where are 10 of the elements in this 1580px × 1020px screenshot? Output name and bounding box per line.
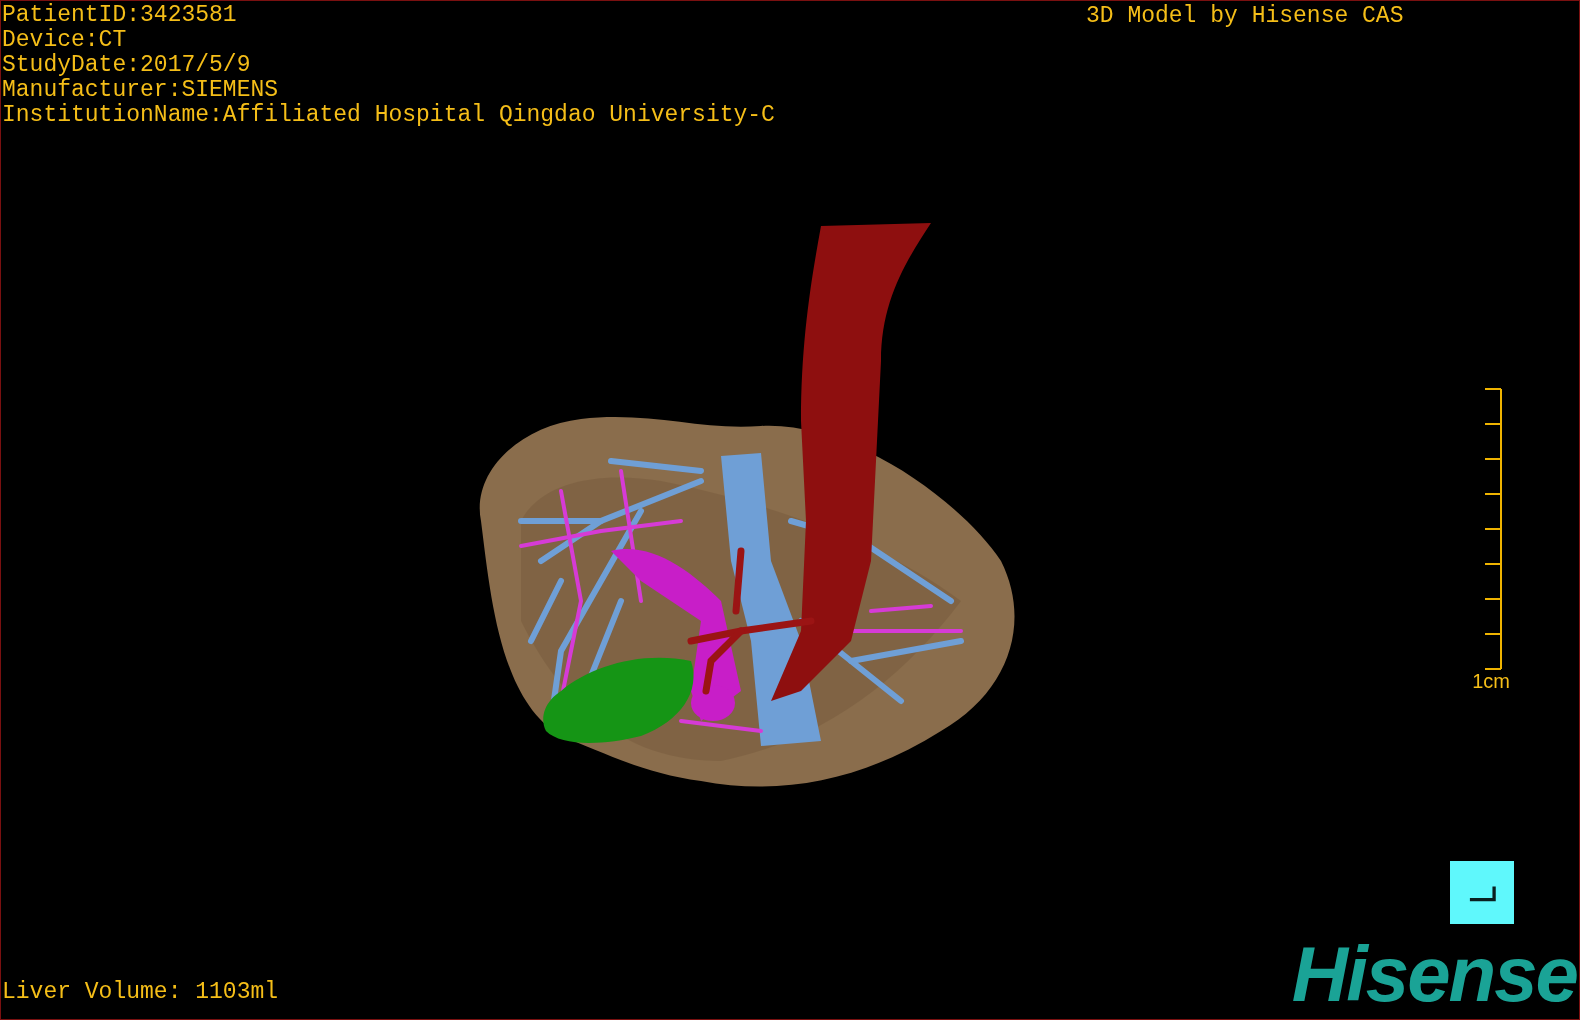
patient-info-line: PatientID:3423581 [2,3,238,28]
patient-info-line: InstitutionName:Affiliated Hospital Qingdao University-C [2,103,775,128]
scale-label: 1cm [1472,670,1510,692]
patient-info-line: Device:CT [2,28,128,53]
patient-info-line: Manufacturer:SIEMENS [2,78,280,103]
patient-info-line: StudyDate:2017/5/9 [2,53,252,78]
view-toggle-button[interactable] [1450,861,1514,924]
model-title: 3D Model by Hisense CAS [1086,4,1404,29]
brand-logo: Hisense [1291,939,1577,1009]
liver-volume-text: Liver Volume: 1103ml [2,980,279,1005]
